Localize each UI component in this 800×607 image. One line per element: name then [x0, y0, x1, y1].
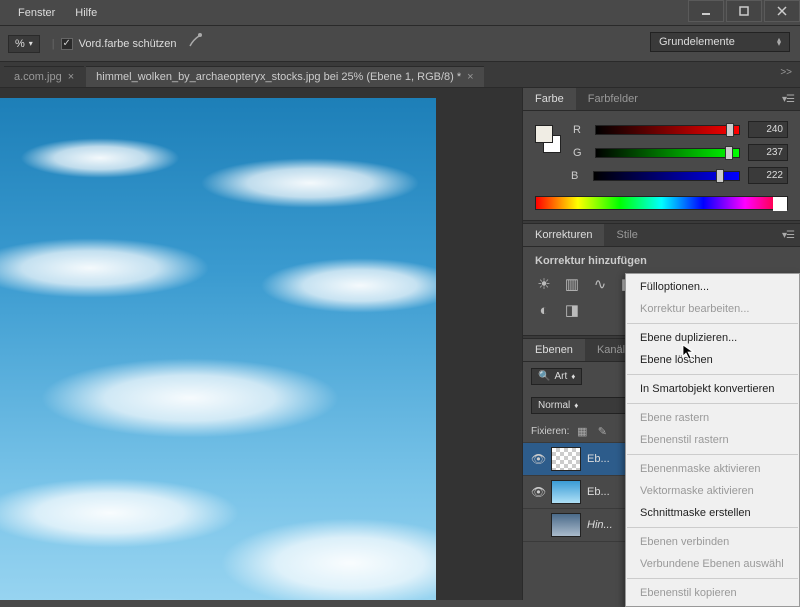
r-slider[interactable] — [595, 125, 740, 135]
layer-thumb[interactable] — [551, 480, 581, 504]
brightness-icon[interactable]: ☀ — [535, 275, 553, 293]
cm-smartobjekt[interactable]: In Smartobjekt konvertieren — [626, 378, 799, 400]
hue-ramp[interactable] — [535, 196, 788, 210]
adjustments-panel-tabs: Korrekturen Stile ▾☰ — [523, 224, 800, 247]
levels-icon[interactable]: ▥ — [563, 275, 581, 293]
cm-schnittmaske[interactable]: Schnittmaske erstellen — [626, 502, 799, 524]
protect-fg-checkbox[interactable] — [61, 38, 73, 50]
curves-icon[interactable]: ∿ — [591, 275, 609, 293]
b-value[interactable]: 222 — [748, 167, 788, 184]
b-label: B — [571, 170, 585, 182]
cm-korrektur-bearbeiten: Korrektur bearbeiten... — [626, 298, 799, 320]
g-value[interactable]: 237 — [748, 144, 788, 161]
tab-farbe[interactable]: Farbe — [523, 88, 576, 110]
bw-icon[interactable]: ◨ — [563, 301, 581, 319]
layer-context-menu: Fülloptionen... Korrektur bearbeiten... … — [625, 273, 800, 607]
close-button[interactable] — [764, 0, 800, 22]
protect-fg-label: Vord.farbe schützen — [79, 38, 177, 50]
separator — [627, 403, 798, 404]
adjustments-title: Korrektur hinzufügen — [535, 255, 788, 267]
cm-vektormaske-aktivieren: Vektormaske aktivieren — [626, 480, 799, 502]
foreground-swatch[interactable] — [535, 125, 553, 143]
lock-paint-icon[interactable]: ✎ — [595, 424, 609, 438]
separator — [627, 527, 798, 528]
tab-farbfelder[interactable]: Farbfelder — [576, 88, 650, 110]
r-label: R — [573, 124, 587, 136]
layer-name[interactable]: Eb... — [587, 453, 610, 465]
g-slider[interactable] — [595, 148, 740, 158]
brush-icon[interactable] — [187, 32, 205, 55]
cm-ebenenmaske-aktivieren: Ebenenmaske aktivieren — [626, 458, 799, 480]
separator — [627, 323, 798, 324]
separator — [627, 578, 798, 579]
separator — [627, 374, 798, 375]
menu-hilfe[interactable]: Hilfe — [65, 3, 107, 23]
workspace-dropdown[interactable]: Grundelemente ▴▾ — [650, 32, 790, 52]
tab-stile[interactable]: Stile — [604, 224, 649, 246]
separator — [627, 454, 798, 455]
document-tabs: a.com.jpg× himmel_wolken_by_archaeoptery… — [0, 62, 800, 88]
doc-tab-active[interactable]: himmel_wolken_by_archaeopteryx_stocks.jp… — [86, 66, 483, 87]
maximize-button[interactable] — [726, 0, 762, 22]
tab-ebenen[interactable]: Ebenen — [523, 339, 585, 361]
visibility-icon[interactable]: 👁 — [531, 452, 545, 466]
g-label: G — [573, 147, 587, 159]
color-swatches[interactable] — [535, 125, 561, 153]
close-icon[interactable]: × — [467, 71, 473, 83]
cm-ebene-rastern: Ebene rastern — [626, 407, 799, 429]
lock-trans-icon[interactable]: ▦ — [575, 424, 589, 438]
cm-fulloptionen[interactable]: Fülloptionen... — [626, 276, 799, 298]
options-bar: %▾ | Vord.farbe schützen Grundelemente ▴… — [0, 26, 800, 62]
panel-menu-icon[interactable]: ▾☰ — [782, 230, 794, 241]
cm-ebene-loeschen[interactable]: Ebene löschen — [626, 349, 799, 371]
b-slider[interactable] — [593, 171, 740, 181]
visibility-icon[interactable]: 👁 — [531, 485, 545, 499]
cm-ebene-duplizieren[interactable]: Ebene duplizieren... — [626, 327, 799, 349]
window-controls — [686, 0, 800, 22]
tab-korrekturen[interactable]: Korrekturen — [523, 224, 604, 246]
chevron-updown-icon: ▴▾ — [777, 38, 781, 46]
layer-thumb[interactable] — [551, 447, 581, 471]
layer-filter-dropdown[interactable]: 🔍 Art ♦ — [531, 368, 582, 385]
canvas-area[interactable] — [0, 88, 522, 600]
menubar: Fenster Hilfe — [0, 0, 800, 26]
tab-overflow[interactable]: >> — [780, 67, 792, 78]
color-panel: R 240 G 237 B 222 — [523, 111, 800, 220]
minimize-button[interactable] — [688, 0, 724, 22]
close-icon[interactable]: × — [68, 71, 74, 83]
cm-verbundene-auswaehlen: Verbundene Ebenen auswähl — [626, 553, 799, 575]
cm-ebenenstil-rastern: Ebenenstil rastern — [626, 429, 799, 451]
hue-icon[interactable]: ◐ — [535, 301, 553, 319]
r-value[interactable]: 240 — [748, 121, 788, 138]
color-panel-tabs: Farbe Farbfelder ▾☰ — [523, 88, 800, 111]
layer-name[interactable]: Eb... — [587, 486, 610, 498]
doc-tab-inactive[interactable]: a.com.jpg× — [4, 66, 84, 87]
layer-thumb[interactable] — [551, 513, 581, 537]
opacity-field[interactable]: %▾ — [8, 35, 40, 53]
cm-ebenenstil-kopieren: Ebenenstil kopieren — [626, 582, 799, 604]
canvas-image — [0, 98, 436, 600]
cm-ebenen-verbinden: Ebenen verbinden — [626, 531, 799, 553]
menu-fenster[interactable]: Fenster — [8, 3, 65, 23]
layer-name[interactable]: Hin... — [587, 519, 613, 531]
panel-menu-icon[interactable]: ▾☰ — [782, 94, 794, 105]
